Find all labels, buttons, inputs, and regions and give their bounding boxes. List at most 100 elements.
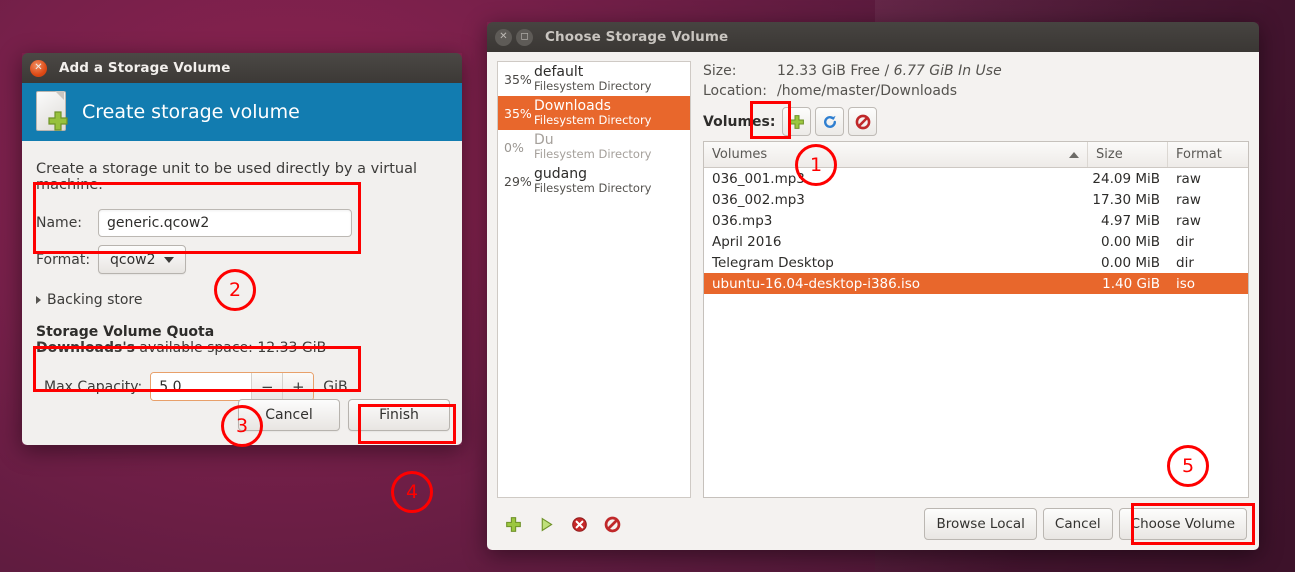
column-header-format[interactable]: Format	[1168, 142, 1248, 167]
volume-size: 0.00 MiB	[1100, 254, 1160, 271]
format-dropdown[interactable]: qcow2	[98, 245, 186, 274]
pool-list-item[interactable]: 35% Downloads Filesystem Directory	[498, 96, 690, 130]
size-label: Size:	[703, 63, 737, 79]
choose-dialog-title: Choose Storage Volume	[545, 29, 729, 45]
table-row[interactable]: April 2016 0.00 MiB dir	[704, 231, 1248, 252]
add-storage-volume-window: ✕ Add a Storage Volume Create storage vo…	[22, 53, 462, 445]
pool-name: Downloads	[534, 98, 611, 115]
volumes-table-header: Volumes Size Format	[704, 142, 1248, 168]
start-volume-icon[interactable]	[532, 510, 561, 539]
new-document-icon	[36, 91, 70, 133]
choose-dialog-footer: Browse Local Cancel Choose Volume	[487, 498, 1259, 550]
format-dropdown-value: qcow2	[110, 251, 156, 268]
volume-size: 0.00 MiB	[1100, 233, 1160, 250]
add-dialog-titlebar: ✕ Add a Storage Volume	[22, 53, 462, 83]
annotation-marker-4: 4	[391, 471, 433, 513]
volume-name: 036.mp3	[712, 212, 773, 229]
pool-name: Du	[534, 132, 554, 149]
close-icon[interactable]: ✕	[30, 59, 47, 77]
close-icon[interactable]: ✕	[495, 28, 512, 46]
quota-pool-name: Downloads's	[36, 340, 135, 356]
name-input[interactable]: generic.qcow2	[98, 209, 352, 237]
capacity-decrement-button[interactable]: −	[251, 373, 283, 400]
volume-format: raw	[1176, 212, 1201, 229]
column-header-volumes-label: Volumes	[712, 147, 768, 162]
storage-pool-list[interactable]: 35% default Filesystem Directory 35% Dow…	[497, 61, 691, 498]
table-row[interactable]: Telegram Desktop 0.00 MiB dir	[704, 252, 1248, 273]
delete-pool-icon[interactable]	[598, 510, 627, 539]
cancel-button[interactable]: Cancel	[1042, 508, 1113, 540]
new-volume-icon[interactable]	[499, 510, 528, 539]
location-label: Location:	[703, 83, 767, 99]
pool-list-item[interactable]: 35% default Filesystem Directory	[498, 62, 690, 96]
location-value: /home/master/Downloads	[777, 83, 958, 99]
quota-subheading: Downloads's available space: 12.33 GiB	[36, 340, 462, 356]
choose-volume-button[interactable]: Choose Volume	[1118, 508, 1247, 540]
add-dialog-banner: Create storage volume	[22, 83, 462, 141]
format-label: Format:	[36, 251, 91, 268]
name-field-row: Name: generic.qcow2	[36, 209, 462, 237]
volume-size: 17.30 MiB	[1092, 191, 1160, 208]
volume-size: 1.40 GiB	[1102, 275, 1160, 292]
chevron-right-icon	[36, 296, 41, 304]
pool-details-panel: Size: 12.33 GiB Free / 6.77 GiB In Use L…	[691, 61, 1249, 498]
volume-format: iso	[1176, 275, 1196, 292]
location-row: Location: /home/master/Downloads	[703, 81, 1249, 101]
add-volume-icon[interactable]	[782, 107, 812, 136]
pool-type: Filesystem Directory	[534, 146, 652, 161]
quota-heading: Storage Volume Quota	[36, 324, 215, 340]
choose-storage-volume-window: ✕ ◻ Choose Storage Volume 35% default Fi…	[487, 22, 1259, 550]
add-dialog-intro: Create a storage unit to be used directl…	[36, 161, 417, 193]
table-row[interactable]: 036_001.mp3 24.09 MiB raw	[704, 168, 1248, 189]
pool-usage-percent: 35%	[504, 105, 532, 121]
annotation-marker-3: 3	[221, 405, 263, 447]
pool-name: gudang	[534, 166, 587, 183]
table-row[interactable]: 036.mp3 4.97 MiB raw	[704, 210, 1248, 231]
stop-volume-icon[interactable]	[565, 510, 594, 539]
choose-dialog-body: 35% default Filesystem Directory 35% Dow…	[487, 52, 1259, 550]
backing-store-label: Backing store	[47, 292, 143, 308]
quota-available-text: available space: 12.33 GiB	[134, 340, 327, 356]
max-capacity-input[interactable]: 5.0	[151, 373, 252, 400]
add-dialog-title: Add a Storage Volume	[59, 60, 231, 76]
refresh-volumes-icon[interactable]	[815, 107, 845, 136]
volumes-table[interactable]: Volumes Size Format 036_001.mp3 24.09 Mi…	[703, 141, 1249, 498]
delete-volume-icon[interactable]	[848, 107, 878, 136]
volume-name: 036_002.mp3	[712, 191, 805, 208]
column-header-volumes[interactable]: Volumes	[704, 142, 1088, 167]
pool-usage-percent: 0%	[504, 139, 524, 155]
pool-usage-percent: 35%	[504, 71, 532, 87]
volumes-label: Volumes:	[703, 113, 776, 130]
pool-type: Filesystem Directory	[534, 78, 652, 93]
volume-format: dir	[1176, 233, 1194, 250]
pool-usage-percent: 29%	[504, 173, 532, 189]
chevron-down-icon	[163, 256, 174, 263]
pool-type: Filesystem Directory	[534, 112, 652, 127]
capacity-unit-label: GiB	[323, 378, 348, 395]
capacity-increment-button[interactable]: +	[282, 373, 314, 400]
choose-dialog-titlebar: ✕ ◻ Choose Storage Volume	[487, 22, 1259, 52]
size-value: 12.33 GiB Free / 6.77 GiB In Use	[777, 61, 1002, 81]
maximize-icon[interactable]: ◻	[516, 28, 533, 46]
volume-size: 24.09 MiB	[1092, 170, 1160, 187]
pool-type: Filesystem Directory	[534, 180, 652, 195]
browse-local-button[interactable]: Browse Local	[924, 508, 1037, 540]
pool-list-item[interactable]: 29% gudang Filesystem Directory	[498, 164, 690, 198]
volumes-table-body: 036_001.mp3 24.09 MiB raw 036_002.mp3 17…	[704, 168, 1248, 294]
volume-name: ubuntu-16.04-desktop-i386.iso	[712, 275, 921, 292]
annotation-marker-5: 5	[1167, 445, 1209, 487]
add-dialog-body: Create storage volume Create a storage u…	[22, 83, 462, 445]
format-field-row: Format: qcow2	[36, 245, 462, 274]
table-row[interactable]: ubuntu-16.04-desktop-i386.iso 1.40 GiB i…	[704, 273, 1248, 294]
annotation-marker-2: 2	[214, 269, 256, 311]
max-capacity-stepper[interactable]: 5.0 − +	[150, 372, 315, 401]
size-inuse-text: 6.77 GiB In Use	[893, 63, 1002, 79]
volume-format: raw	[1176, 191, 1201, 208]
pool-list-item[interactable]: 0% Du Filesystem Directory	[498, 130, 690, 164]
column-header-size[interactable]: Size	[1088, 142, 1168, 167]
finish-button[interactable]: Finish	[348, 399, 450, 431]
table-row[interactable]: 036_002.mp3 17.30 MiB raw	[704, 189, 1248, 210]
annotation-marker-1: 1	[795, 144, 837, 186]
volume-size: 4.97 MiB	[1100, 212, 1160, 229]
volume-format: raw	[1176, 170, 1201, 187]
